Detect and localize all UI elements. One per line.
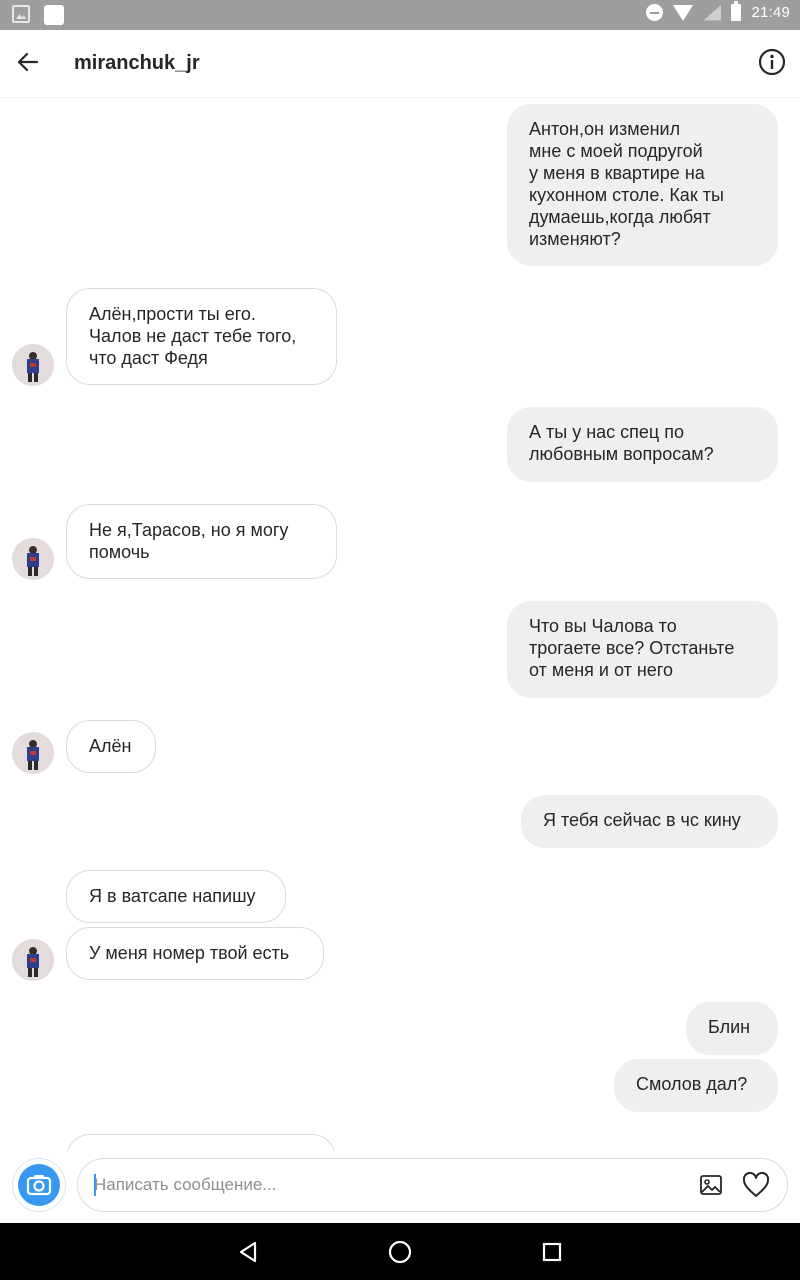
image-icon bbox=[700, 1175, 722, 1195]
chat-header: miranchuk_jr bbox=[0, 30, 800, 98]
message-bubble-received[interactable]: Я в ватсапе напишу bbox=[66, 870, 286, 923]
signal-icon bbox=[703, 4, 722, 21]
nav-recents-button[interactable] bbox=[535, 1235, 569, 1269]
message-input-container[interactable] bbox=[77, 1158, 788, 1212]
heart-icon bbox=[742, 1172, 770, 1197]
message-text: Что вы Чалова то трогаете все? Отстаньте… bbox=[529, 616, 735, 680]
message-bubble-received[interactable]: Алён,прости ты его. Чалов не даст тебе т… bbox=[66, 288, 337, 385]
message-text: Алён,прости ты его. Чалов не даст тебе т… bbox=[89, 304, 297, 368]
avatar[interactable] bbox=[12, 732, 54, 774]
avatar[interactable] bbox=[12, 344, 54, 386]
chat-username[interactable]: miranchuk_jr bbox=[74, 52, 200, 75]
gallery-button[interactable] bbox=[697, 1171, 725, 1199]
nav-home-button[interactable] bbox=[383, 1235, 417, 1269]
system-navigation-bar bbox=[0, 1223, 800, 1280]
camera-icon bbox=[18, 1164, 60, 1206]
message-bubble-received[interactable]: Не я,Тарасов, но я могу помочь bbox=[66, 504, 337, 579]
avatar-image bbox=[12, 732, 54, 774]
message-bubble-received[interactable]: Алён bbox=[66, 720, 156, 773]
message-bubble-sent[interactable]: Блин bbox=[686, 1002, 778, 1055]
message-text: Я тебя сейчас в чс кину bbox=[543, 810, 741, 830]
message-thread[interactable]: Антон,он изменил мне с моей подругой у м… bbox=[0, 99, 800, 1151]
message-composer bbox=[0, 1151, 800, 1223]
circle-home-icon bbox=[388, 1240, 412, 1264]
message-bubble-sent[interactable]: А ты у нас спец по любовным вопросам? bbox=[507, 407, 778, 482]
message-text: Не я,Тарасов, но я могу помочь bbox=[89, 520, 289, 562]
avatar-image bbox=[12, 538, 54, 580]
gallery-notification-icon bbox=[12, 5, 30, 23]
status-time: 21:49 bbox=[751, 4, 790, 21]
like-button[interactable] bbox=[741, 1170, 771, 1200]
message-text: Алён bbox=[89, 736, 132, 756]
message-bubble-sent[interactable]: Что вы Чалова то трогаете все? Отстаньте… bbox=[507, 601, 778, 698]
message-text: А ты у нас спец по любовным вопросам? bbox=[529, 422, 714, 464]
do-not-disturb-icon bbox=[646, 4, 664, 21]
message-text: Смолов дал? bbox=[636, 1074, 748, 1094]
status-bar: 21:49 bbox=[0, 0, 800, 30]
message-bubble-sent[interactable]: Смолов дал? bbox=[614, 1059, 778, 1112]
message-text: Антон,он изменил мне с моей подругой у м… bbox=[529, 119, 724, 249]
avatar-image bbox=[12, 939, 54, 981]
message-bubble-received[interactable]: У меня номер твой есть bbox=[66, 927, 324, 980]
message-input[interactable] bbox=[94, 1159, 684, 1211]
avatar[interactable] bbox=[12, 939, 54, 981]
avatar-image bbox=[12, 344, 54, 386]
triangle-back-icon bbox=[239, 1241, 257, 1263]
battery-icon bbox=[731, 1, 742, 21]
app-notification-icon bbox=[44, 5, 64, 25]
message-text: Я в ватсапе напишу bbox=[89, 886, 256, 906]
message-text: У меня номер твой есть bbox=[89, 943, 290, 963]
info-icon bbox=[758, 48, 786, 76]
direct-message-screen: 21:49 miranchuk_jr Антон,он изменил мне … bbox=[0, 0, 800, 1280]
avatar[interactable] bbox=[12, 538, 54, 580]
text-cursor bbox=[94, 1174, 96, 1196]
wifi-icon bbox=[673, 4, 694, 21]
message-text: Блин bbox=[708, 1017, 751, 1037]
back-button[interactable] bbox=[10, 44, 46, 80]
message-bubble-sent[interactable]: Я тебя сейчас в чс кину bbox=[521, 795, 778, 848]
square-recents-icon bbox=[542, 1242, 562, 1262]
camera-button[interactable] bbox=[12, 1158, 66, 1212]
arrow-left-icon bbox=[17, 52, 39, 72]
nav-back-button[interactable] bbox=[231, 1235, 265, 1269]
message-bubble-partial[interactable] bbox=[66, 1134, 336, 1151]
message-bubble-sent[interactable]: Антон,он изменил мне с моей подругой у м… bbox=[507, 104, 778, 266]
info-button[interactable] bbox=[754, 44, 790, 80]
